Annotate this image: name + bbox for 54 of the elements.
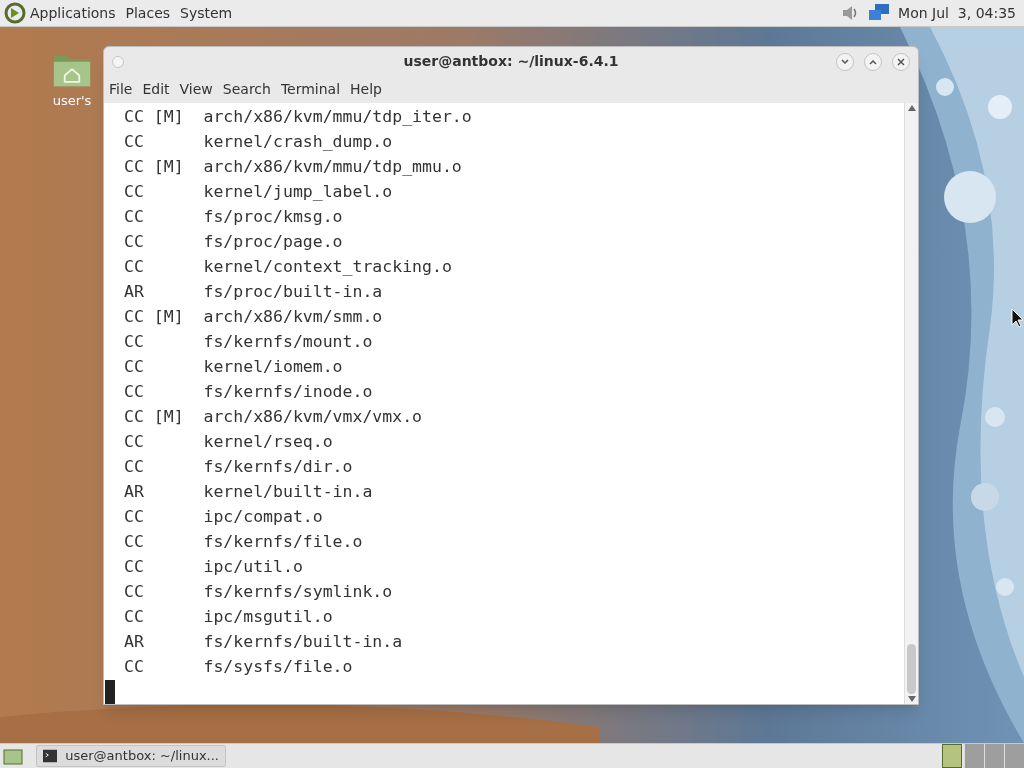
menu-item[interactable]: Help: [350, 79, 382, 100]
terminal-line: CC fs/kernfs/file.o: [124, 531, 364, 553]
terminal-line: CC [M] arch/x86/kvm/vmx/vmx.o: [124, 406, 423, 428]
terminal-line: CC [M] arch/x86/kvm/mmu/tdp_mmu.o: [124, 156, 463, 178]
scroll-down-icon[interactable]: [907, 696, 916, 702]
window-title: user@antbox: ~/linux-6.4.1: [403, 52, 619, 71]
text-cursor: [105, 680, 115, 704]
chevron-down-icon: [841, 58, 849, 65]
terminal-line: CC fs/proc/kmsg.o: [124, 206, 344, 228]
logo-icon[interactable]: [4, 2, 26, 24]
terminal-line: AR kernel/built-in.a: [124, 481, 374, 503]
terminal-line: CC ipc/compat.o: [124, 506, 324, 528]
panel-menu[interactable]: Applications: [30, 2, 116, 24]
terminal-line: CC [M] arch/x86/kvm/smm.o: [124, 306, 384, 328]
terminal-line: CC fs/kernfs/symlink.o: [124, 581, 394, 603]
clock[interactable]: Mon Jul 3, 04:35: [898, 2, 1016, 24]
show-desktop-icon[interactable]: [3, 747, 23, 765]
workspace[interactable]: [942, 744, 962, 768]
terminal-line: CC ipc/util.o: [124, 556, 304, 578]
terminal-line: CC kernel/iomem.o: [124, 356, 344, 378]
panel-menu[interactable]: System: [180, 2, 233, 24]
mouse-pointer-icon: [1011, 308, 1023, 328]
taskbar-button[interactable]: user@antbox: ~/linux...: [36, 745, 226, 767]
menu-item[interactable]: Edit: [142, 79, 170, 100]
menu-item[interactable]: View: [179, 79, 213, 100]
terminal-line: CC kernel/rseq.o: [124, 431, 334, 453]
panel-menu[interactable]: Places: [125, 2, 171, 24]
terminal-line: CC kernel/jump_label.o: [124, 181, 394, 203]
menu-item[interactable]: File: [109, 79, 133, 100]
menu-item[interactable]: Terminal: [280, 79, 341, 100]
desktop-icon-label[interactable]: user's: [52, 91, 92, 111]
terminal-line: CC fs/kernfs/dir.o: [124, 456, 354, 478]
scroll-up-icon[interactable]: [907, 105, 916, 111]
terminal-line: CC fs/kernfs/mount.o: [124, 331, 374, 353]
terminal-line: CC fs/sysfs/file.o: [124, 656, 354, 678]
close-icon: [897, 57, 905, 66]
terminal-line: CC kernel/context_tracking.o: [124, 256, 453, 278]
terminal-line: CC ipc/msgutil.o: [124, 606, 334, 628]
close-button[interactable]: [892, 52, 910, 71]
maximize-button[interactable]: [864, 52, 882, 71]
terminal-line: CC kernel/crash_dump.o: [124, 131, 394, 153]
terminal-line: CC [M] arch/x86/kvm/mmu/tdp_iter.o: [124, 106, 473, 128]
terminal-line: AR fs/proc/built-in.a: [124, 281, 384, 303]
network-icon[interactable]: [868, 3, 891, 23]
scrollbar[interactable]: [904, 103, 918, 704]
minimize-button[interactable]: [836, 52, 854, 71]
terminal-line: AR fs/kernfs/built-in.a: [124, 631, 404, 653]
terminal-line: CC fs/kernfs/inode.o: [124, 381, 374, 403]
terminal-line: CC fs/proc/page.o: [124, 231, 344, 253]
scrollbar-thumb[interactable]: [907, 644, 916, 694]
menu-item[interactable]: Search: [222, 79, 271, 100]
window-menu-icon[interactable]: [112, 55, 124, 68]
chevron-up-icon: [869, 58, 877, 65]
terminal-icon: [43, 749, 58, 763]
